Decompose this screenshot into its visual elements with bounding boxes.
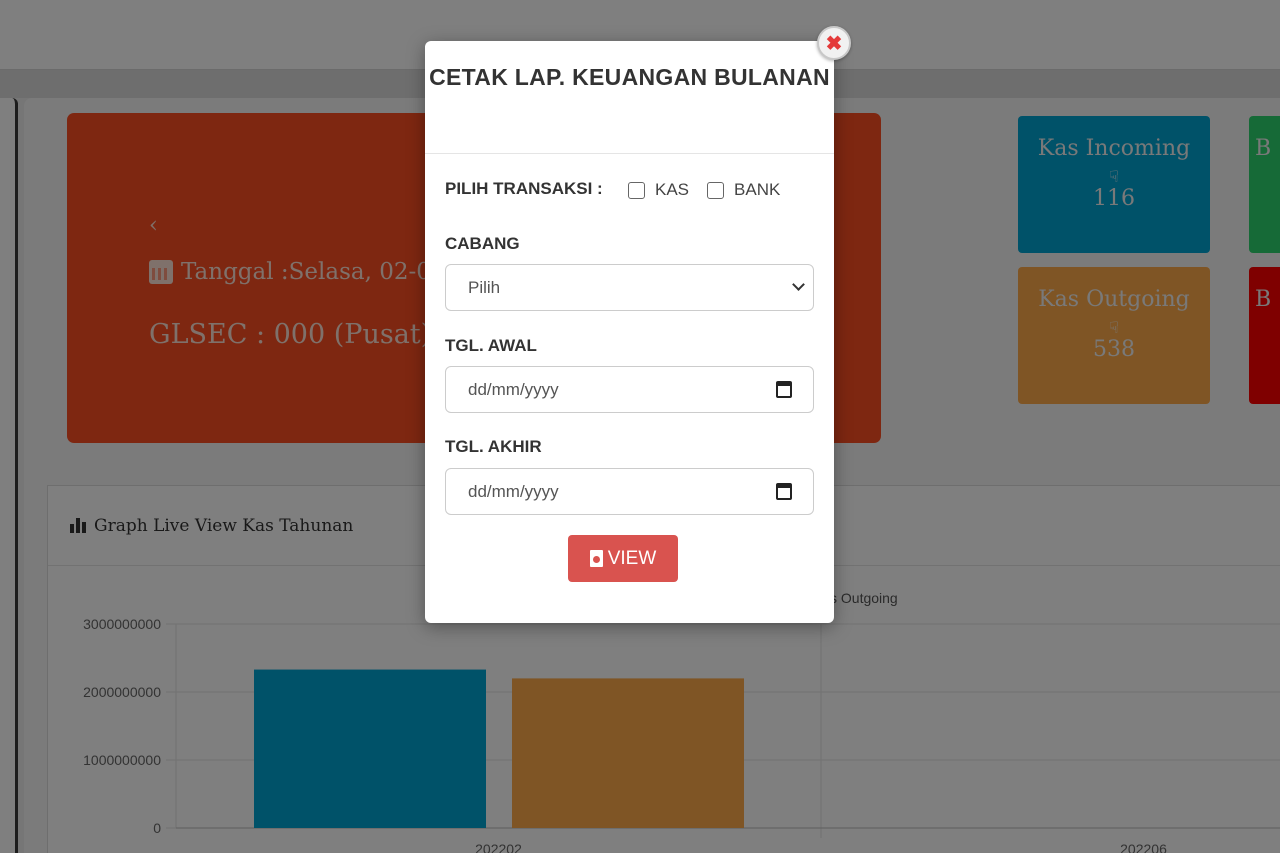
calendar-icon[interactable] [776, 381, 792, 398]
bank-checkbox[interactable] [707, 181, 725, 199]
transaction-label: PILIH TRANSAKSI : [445, 179, 603, 198]
branch-select[interactable]: Pilih [445, 264, 814, 311]
branch-select-value: Pilih [468, 277, 501, 297]
view-button-label: VIEW [607, 547, 657, 569]
bank-label: BANK [734, 180, 781, 199]
calendar-icon[interactable] [776, 483, 792, 500]
transaction-options: KAS BANK [628, 180, 798, 200]
option-bank[interactable]: BANK [707, 180, 780, 200]
start-date-placeholder: dd/mm/yyyy [468, 379, 559, 399]
end-date-label: TGL. AKHIR [445, 437, 542, 456]
pdf-file-icon [589, 550, 603, 567]
view-button[interactable]: VIEW [568, 535, 678, 582]
kas-label: KAS [655, 180, 690, 199]
chevron-down-icon [792, 278, 805, 291]
end-date-placeholder: dd/mm/yyyy [468, 481, 559, 501]
start-date-field[interactable]: dd/mm/yyyy [445, 366, 814, 413]
branch-label: CABANG [445, 234, 520, 253]
close-icon[interactable]: ✖ [817, 26, 851, 60]
end-date-field[interactable]: dd/mm/yyyy [445, 468, 814, 515]
option-kas[interactable]: KAS [628, 180, 689, 200]
kas-checkbox[interactable] [628, 181, 645, 199]
modal-title: CETAK LAP. KEUANGAN BULANAN [425, 41, 834, 154]
start-date-label: TGL. AWAL [445, 336, 537, 355]
